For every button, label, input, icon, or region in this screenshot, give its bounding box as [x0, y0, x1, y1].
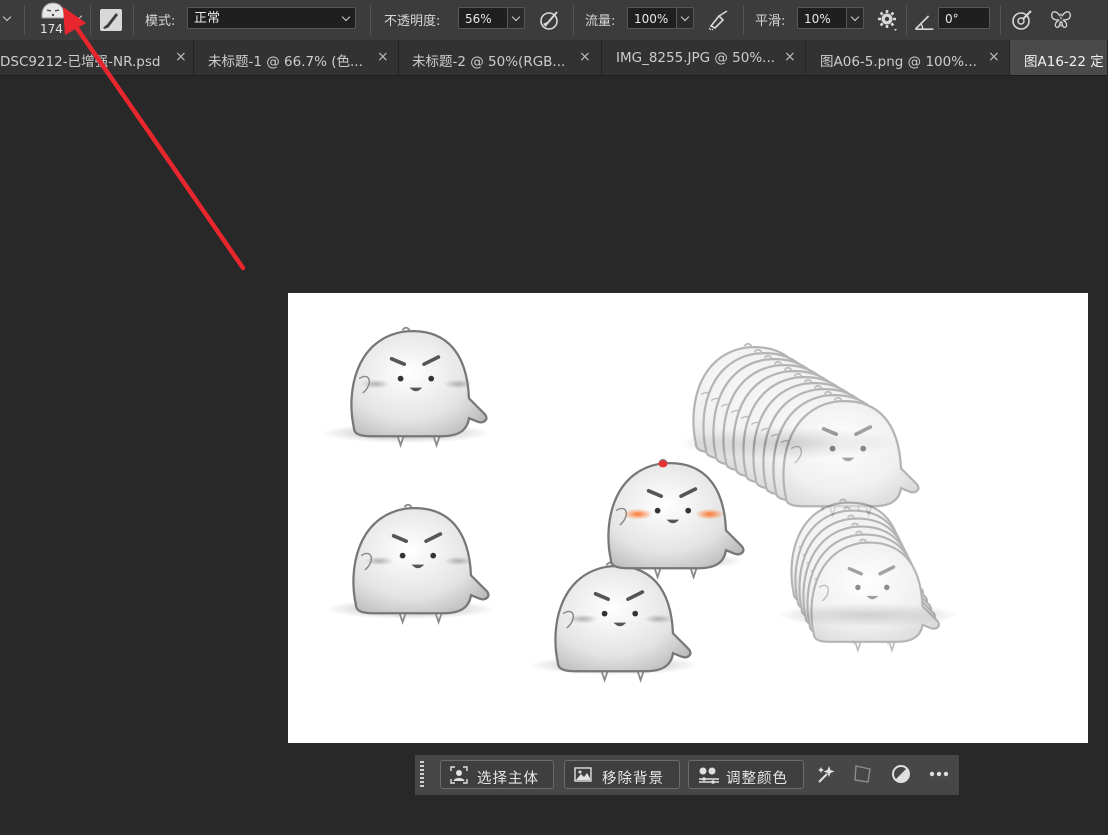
tab-label: IMG_8255.JPG @ 50%...: [616, 50, 776, 66]
generative-sparkle-icon[interactable]: [815, 763, 837, 785]
document-tab[interactable]: DSC9212-已增强-NR.psd ×: [0, 40, 194, 75]
angle-input[interactable]: 0°: [938, 7, 990, 29]
more-options-icon[interactable]: [928, 764, 950, 784]
remove-background-button[interactable]: 移除背景: [564, 760, 680, 789]
adjust-color-label: 调整颜色: [726, 771, 788, 787]
flow-dropdown[interactable]: [676, 7, 694, 29]
divider: [370, 5, 371, 35]
brush-size-value: 174: [40, 22, 63, 36]
tool-options-bar: 174 模式: 正常 不透明度: 56% 流量: 100% 平滑: 10% 0°: [0, 0, 1108, 40]
document-tab-bar: DSC9212-已增强-NR.psd × 未标题-1 @ 66.7% (色...…: [0, 40, 1108, 76]
smoothing-label: 平滑:: [755, 14, 786, 29]
angle-icon: [914, 15, 934, 31]
settings-gear-icon[interactable]: [876, 8, 900, 32]
transform-icon[interactable]: [852, 763, 874, 785]
tab-close-icon[interactable]: ×: [988, 49, 1000, 65]
airbrush-icon[interactable]: [707, 8, 731, 32]
mode-label: 模式:: [145, 14, 176, 29]
pressure-size-icon[interactable]: [1010, 8, 1034, 32]
canvas-artwork: [321, 325, 958, 683]
tab-close-icon[interactable]: ×: [377, 49, 389, 65]
tab-label: DSC9212-已增强-NR.psd: [0, 54, 161, 70]
tool-preset-chevron-icon[interactable]: [2, 12, 12, 22]
tab-close-icon[interactable]: ×: [784, 49, 796, 65]
document-tab[interactable]: IMG_8255.JPG @ 50%... ×: [602, 40, 806, 75]
chevron-down-icon: [341, 12, 351, 22]
tab-label: 图A06-5.png @ 100%...: [820, 54, 977, 70]
brush-preset-picker[interactable]: 174: [38, 1, 68, 37]
document-tab[interactable]: 未标题-2 @ 50%(RGB... ×: [399, 40, 602, 75]
tab-label: 未标题-2 @ 50%(RGB...: [412, 54, 566, 70]
divider: [573, 5, 574, 35]
opacity-input[interactable]: 56%: [458, 7, 508, 29]
select-subject-icon: [450, 766, 468, 784]
brush-panel-icon[interactable]: [99, 8, 123, 32]
colored-bun: [606, 457, 746, 580]
brush-preset-chevron-icon[interactable]: [73, 11, 83, 21]
tab-close-icon[interactable]: ×: [175, 49, 187, 65]
adjustment-circle-icon[interactable]: [891, 764, 911, 784]
remove-background-icon: [574, 767, 592, 782]
divider: [906, 5, 907, 35]
document-tab-active[interactable]: 图A16-22 定: [1010, 40, 1108, 75]
tab-label: 图A16-22 定: [1024, 54, 1104, 70]
brush-preset-icon: [41, 2, 65, 19]
flow-label: 流量:: [585, 14, 616, 29]
mode-value: 正常: [194, 11, 221, 26]
mode-select[interactable]: 正常: [187, 7, 356, 29]
adjust-color-icon: [699, 767, 719, 784]
divider: [133, 5, 134, 35]
remove-background-label: 移除背景: [602, 771, 664, 787]
tab-close-icon[interactable]: ×: [579, 49, 591, 65]
contextual-task-bar: 选择主体 移除背景 调整颜色: [415, 755, 959, 795]
smoothing-dropdown[interactable]: [846, 7, 864, 29]
select-subject-label: 选择主体: [477, 771, 539, 787]
opacity-label: 不透明度:: [384, 14, 441, 29]
select-subject-button[interactable]: 选择主体: [440, 760, 554, 789]
divider: [743, 5, 744, 35]
grip-icon[interactable]: [420, 761, 424, 789]
divider: [1000, 5, 1001, 35]
document-tab[interactable]: 未标题-1 @ 66.7% (色... ×: [194, 40, 399, 75]
document-tab[interactable]: 图A06-5.png @ 100%... ×: [806, 40, 1010, 75]
adjust-color-button[interactable]: 调整颜色: [688, 760, 804, 789]
tab-label: 未标题-1 @ 66.7% (色...: [208, 54, 363, 70]
divider: [90, 5, 91, 35]
opacity-dropdown[interactable]: [507, 7, 525, 29]
divider: [24, 5, 25, 35]
symmetry-butterfly-icon[interactable]: [1049, 8, 1073, 32]
document-canvas[interactable]: [288, 293, 1088, 743]
smoothing-input[interactable]: 10%: [797, 7, 847, 29]
pressure-opacity-icon[interactable]: [538, 8, 562, 32]
flow-input[interactable]: 100%: [627, 7, 677, 29]
